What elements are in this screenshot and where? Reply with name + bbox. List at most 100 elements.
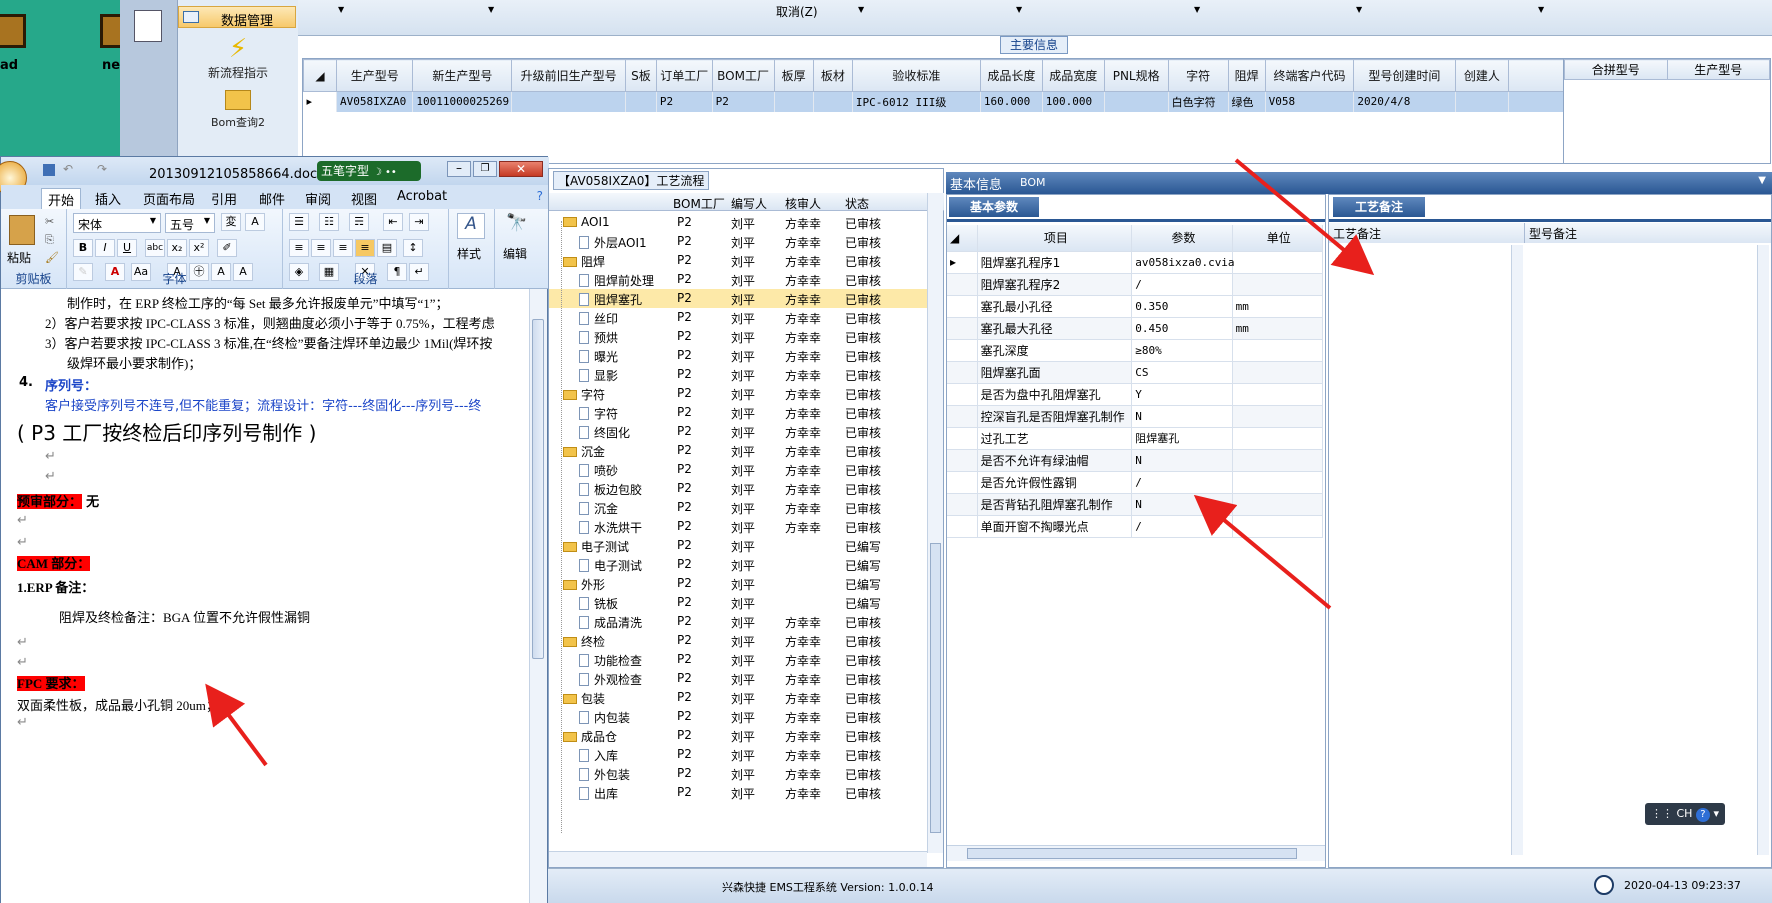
param-value[interactable]: av058ixza0.cvia [1131, 251, 1235, 274]
help-icon[interactable]: ? [537, 189, 543, 203]
main-cell[interactable]: 100.000 [1042, 91, 1105, 112]
format-painter-icon[interactable]: 🖌 [45, 251, 59, 264]
process-row[interactable]: 电子测试 P2 刘平 已编写 [549, 536, 929, 555]
main-cell[interactable]: 绿色 [1228, 91, 1266, 112]
param-row[interactable]: 塞孔深度 ≥80% [947, 339, 1324, 362]
process-row[interactable]: 包装 P2 刘平 方幸幸 已审核 [549, 688, 929, 707]
main-cell[interactable] [813, 91, 853, 112]
multilevel-list-icon[interactable]: ☴ [349, 213, 369, 231]
param-row[interactable]: 是否背钻孔阻焊塞孔制作 N [947, 493, 1324, 516]
process-row[interactable]: 外观检查 P2 刘平 方幸幸 已审核 [549, 669, 929, 688]
editing-group[interactable]: 🔭 编辑 编辑 [495, 209, 539, 289]
process-hscroll[interactable] [549, 851, 927, 867]
process-row[interactable]: 外层AOI1 P2 刘平 方幸幸 已审核 [549, 232, 929, 251]
col-writer[interactable]: 编写人 [731, 195, 767, 212]
bullets-icon[interactable]: ☰ [289, 213, 309, 231]
char-border-icon[interactable]: A [245, 213, 265, 231]
restore-button[interactable]: ❐ [473, 161, 497, 177]
process-row[interactable]: 电子测试 P2 刘平 已编写 [549, 555, 929, 574]
param-row[interactable]: ▸ 阻焊塞孔程序1 av058ixza0.cvia [947, 251, 1324, 274]
dropdown-arrow-icon[interactable]: ▼ [1356, 5, 1362, 14]
process-row[interactable]: 喷砂 P2 刘平 方幸幸 已审核 [549, 460, 929, 479]
col-status[interactable]: 状态 [845, 195, 869, 212]
ribbon-tab[interactable]: 开始 [41, 188, 82, 210]
col-item[interactable]: 项目 [977, 225, 1133, 252]
ribbon-tab[interactable]: 引用 [205, 188, 243, 209]
process-row[interactable]: 出库 P2 刘平 方幸幸 已审核 [549, 783, 929, 802]
dropdown-arrow-icon[interactable]: ▼ [1016, 5, 1022, 14]
param-value[interactable]: N [1131, 449, 1233, 472]
language-bar[interactable]: ⋮⋮ CH ? ▾ [1645, 803, 1725, 825]
process-row[interactable]: 显影 P2 刘平 方幸幸 已审核 [549, 365, 929, 384]
ime-toolbar[interactable]: 五笔字型 ☽ •• [317, 161, 421, 181]
process-row[interactable]: 阻焊塞孔 P2 刘平 方幸幸 已审核 [549, 289, 929, 308]
param-row[interactable]: 是否允许假性露铜 / [947, 471, 1324, 494]
ribbon-tab[interactable]: 插入 [89, 188, 127, 209]
font-size-select[interactable]: 五号 ▼ [165, 213, 215, 233]
param-row[interactable]: 是否不允许有绿油帽 N [947, 449, 1324, 472]
nav-bom-query[interactable]: Bom查询2 [178, 90, 298, 130]
main-col-header[interactable]: 生产型号 [336, 59, 414, 92]
process-row[interactable]: 终检 P2 刘平 方幸幸 已审核 [549, 631, 929, 650]
minimize-button[interactable]: – [447, 161, 471, 177]
scroll-thumb[interactable] [967, 848, 1297, 859]
undo-icon[interactable]: ↶ [63, 162, 73, 176]
param-value[interactable]: Y [1131, 383, 1233, 406]
process-row[interactable]: 终固化 P2 刘平 方幸幸 已审核 [549, 422, 929, 441]
dropdown-arrow-icon[interactable]: ▼ [1194, 5, 1200, 14]
main-col-header[interactable]: 新生产型号 [412, 59, 513, 92]
ribbon-tab[interactable]: 审阅 [299, 188, 337, 209]
main-col-header[interactable]: 板材 [812, 59, 853, 92]
ribbon-tab[interactable]: 视图 [345, 188, 383, 209]
main-cell[interactable]: 2020/4/8 [1353, 91, 1456, 112]
numbering-icon[interactable]: ☷ [319, 213, 339, 231]
process-row[interactable]: 沉金 P2 刘平 方幸幸 已审核 [549, 441, 929, 460]
close-button[interactable]: ✕ [499, 161, 543, 177]
param-row[interactable]: 塞孔最大孔径 0.450 mm [947, 317, 1324, 340]
param-row[interactable]: 过孔工艺 阻焊塞孔 [947, 427, 1324, 450]
merge-col-header[interactable]: 生产型号 [1666, 59, 1770, 80]
main-cell[interactable]: V058 [1265, 91, 1355, 112]
param-row[interactable]: 阻焊塞孔程序2/ [947, 273, 1324, 296]
main-col-header[interactable]: 创建人 [1454, 59, 1510, 92]
main-col-header[interactable]: 终端客户代码 [1264, 59, 1355, 92]
main-col-header[interactable]: 阻焊 [1227, 59, 1266, 92]
process-row[interactable]: 丝印 P2 刘平 方幸幸 已审核 [549, 308, 929, 327]
main-col-header[interactable]: S板 [624, 59, 657, 92]
main-col-header[interactable]: 订单工厂 [655, 59, 713, 92]
model-remark-input[interactable] [1527, 245, 1755, 855]
tab-process-remark[interactable]: 工艺备注 [1333, 197, 1425, 217]
document-body[interactable]: 制作时，在 ERP 终检工序的“每 Set 最多允许报废单元”中填写“1”； 2… [1, 289, 529, 903]
process-row[interactable]: 外包装 P2 刘平 方幸幸 已审核 [549, 764, 929, 783]
process-row[interactable]: 阻焊前处理 P2 刘平 方幸幸 已审核 [549, 270, 929, 289]
superscript-icon[interactable]: x² [189, 239, 209, 257]
param-row[interactable]: 单面开窗不掏曝光点 / [947, 515, 1324, 538]
main-cell[interactable]: IPC-6012 III级 [852, 91, 981, 112]
strikethrough-icon[interactable]: abc [145, 239, 165, 257]
process-row[interactable]: 成品清洗 P2 刘平 方幸幸 已审核 [549, 612, 929, 631]
main-cell[interactable]: P2 [656, 91, 713, 112]
dropdown-arrow-icon[interactable]: ▼ [338, 5, 344, 14]
align-left-icon[interactable]: ≡ [289, 239, 309, 257]
process-row[interactable]: 成品仓 P2 刘平 方幸幸 已审核 [549, 726, 929, 745]
scroll-thumb[interactable] [532, 319, 544, 659]
nav-data-management[interactable]: 数据管理 [178, 6, 296, 29]
paste-icon[interactable] [9, 215, 35, 245]
align-center-icon[interactable]: ≡ [311, 239, 331, 257]
param-row[interactable]: 控深盲孔是否阻焊塞孔制作 N [947, 405, 1324, 428]
process-row[interactable]: 阻焊 P2 刘平 方幸幸 已审核 [549, 251, 929, 270]
line-spacing-icon[interactable]: ↕ [403, 239, 423, 257]
col-reviewer[interactable]: 核审人 [785, 195, 821, 212]
ribbon-tab[interactable]: Acrobat [391, 188, 453, 205]
process-remark-input[interactable] [1331, 245, 1511, 855]
remark-scroll[interactable] [1757, 245, 1769, 855]
process-row[interactable]: 沉金 P2 刘平 方幸幸 已审核 [549, 498, 929, 517]
help-icon[interactable]: ? [1695, 808, 1710, 822]
increase-indent-icon[interactable]: ⇥ [409, 213, 429, 231]
italic-icon[interactable]: I [95, 239, 115, 257]
remark-scroll[interactable] [1511, 245, 1523, 855]
scroll-thumb[interactable] [930, 543, 941, 833]
ribbon-tab[interactable]: 邮件 [253, 188, 291, 209]
param-row[interactable]: 是否为盘中孔阻焊塞孔 Y [947, 383, 1324, 406]
main-cell[interactable]: AV058IXZA0 [336, 91, 414, 112]
